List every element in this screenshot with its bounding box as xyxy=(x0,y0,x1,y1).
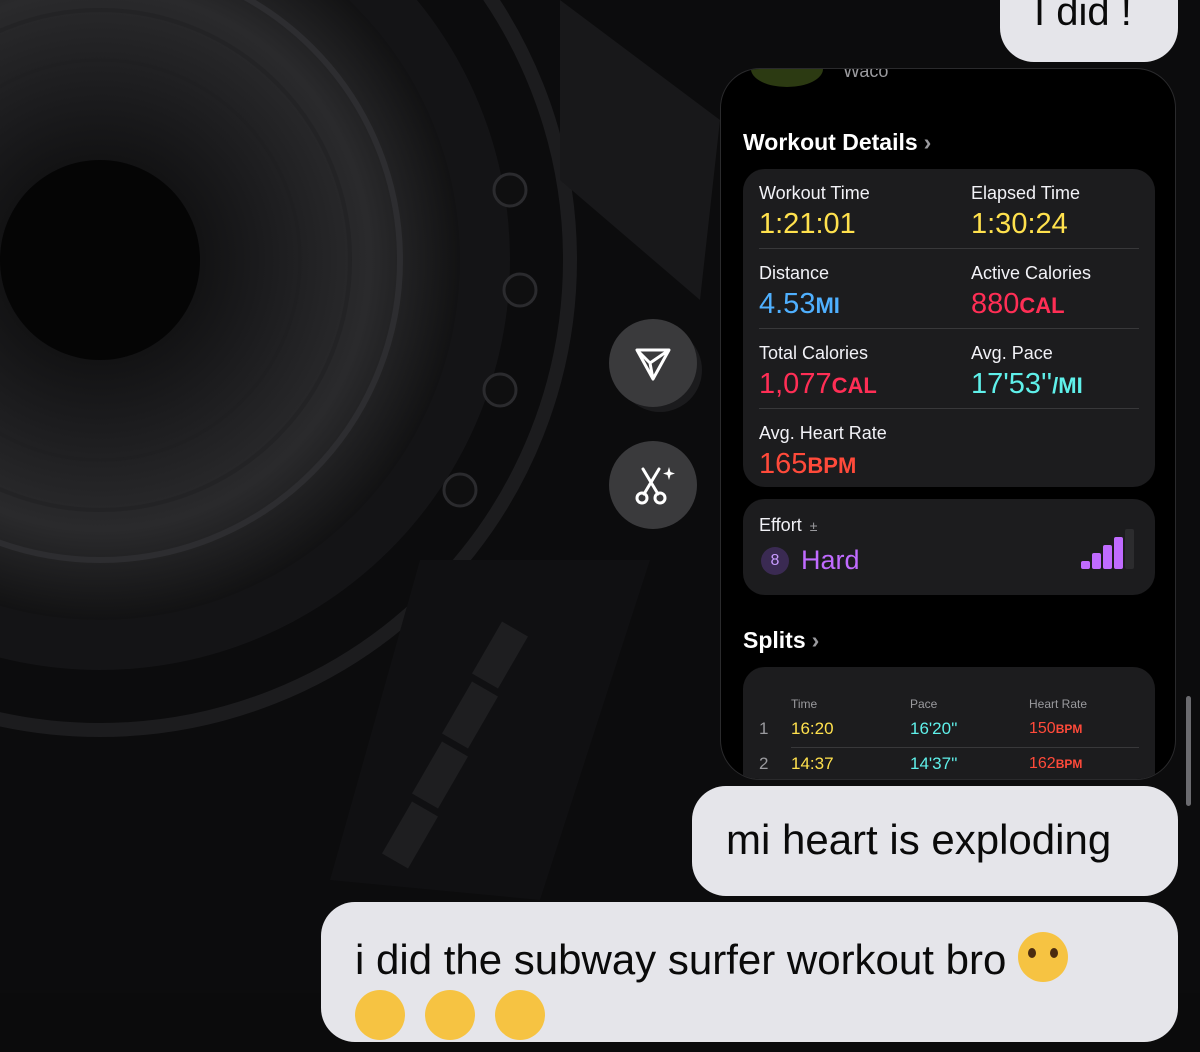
chevron-right-icon: › xyxy=(923,129,932,155)
split-time: 14:37 xyxy=(791,754,834,773)
crying-face-emoji-icon xyxy=(1018,932,1069,982)
column-header-time: Time xyxy=(791,697,818,711)
value-unit: BPM xyxy=(1055,757,1083,771)
value-unit: CAL xyxy=(1019,293,1065,318)
split-heart-rate: 150BPM xyxy=(1029,720,1082,738)
scissors-sparkle-icon xyxy=(635,467,675,505)
share-button[interactable] xyxy=(609,319,697,407)
value-number: 1,077 xyxy=(759,368,832,400)
value-number: 880 xyxy=(971,288,1020,320)
stat-value: 1,077CAL xyxy=(759,368,877,401)
value-number: 165 xyxy=(759,448,808,480)
share-arrow-icon xyxy=(635,348,671,381)
split-index: 2 xyxy=(759,754,769,773)
stat-value: 880CAL xyxy=(971,288,1091,321)
message-text: I did ! xyxy=(1034,0,1132,34)
effort-bar xyxy=(1081,561,1090,569)
stat-value: 17'53''/MI xyxy=(971,368,1083,401)
scrollbar[interactable] xyxy=(1186,696,1191,806)
effort-bar xyxy=(1114,537,1123,569)
stat-elapsed-time: Elapsed Time 1:30:24 xyxy=(971,183,1080,241)
crying-face-emoji-icon xyxy=(495,990,545,1040)
effort-label: Effort ± xyxy=(759,515,817,536)
value-unit: BPM xyxy=(807,453,857,478)
split-index: 1 xyxy=(759,719,769,738)
column-header-heart-rate: Heart Rate xyxy=(1029,697,1088,711)
message-text: i did the subway surfer workout bro xyxy=(355,936,1007,983)
stat-label: Workout Time xyxy=(759,183,870,203)
splits-table: Time Pace Heart Rate 1 16:20 16'20'' 150… xyxy=(743,667,1155,779)
value-number: 4.53 xyxy=(759,288,816,320)
value-unit: /MI xyxy=(1052,373,1083,398)
split-pace: 16'20'' xyxy=(910,719,958,738)
divider xyxy=(759,328,1139,329)
stat-value: 1:30:24 xyxy=(971,208,1068,240)
effort-value: Hard xyxy=(801,545,860,575)
location-label: Waco xyxy=(843,68,889,81)
crying-face-emoji-icon xyxy=(425,990,475,1040)
stat-value: 165BPM xyxy=(759,448,887,481)
splits-header[interactable]: Splits › xyxy=(743,627,819,654)
emoji-row xyxy=(355,990,1178,1052)
value-number: 150 xyxy=(1029,720,1056,737)
message-bubble-sent[interactable]: mi heart is exploding xyxy=(692,786,1178,896)
stat-total-calories: Total Calories 1,077CAL xyxy=(759,343,877,401)
value-number: 17'53'' xyxy=(971,368,1053,400)
stat-distance: Distance 4.53MI xyxy=(759,263,840,321)
route-map-thumbnail xyxy=(751,69,823,87)
stat-label: Total Calories xyxy=(759,343,869,363)
value-unit: MI xyxy=(815,293,840,318)
plus-minus-icon: ± xyxy=(809,518,818,534)
workout-summary-card[interactable]: Waco Workout Details › Workout Time 1:21:… xyxy=(720,68,1176,780)
workout-details-header[interactable]: Workout Details › xyxy=(743,129,931,156)
section-title: Splits xyxy=(743,627,806,653)
stat-label: Avg. Heart Rate xyxy=(759,423,887,443)
effort-bar xyxy=(1103,545,1112,569)
effort-bar xyxy=(1125,529,1134,569)
message-bubble-sent[interactable]: I did ! xyxy=(1000,0,1178,62)
section-title: Workout Details xyxy=(743,129,918,155)
stat-avg-pace: Avg. Pace 17'53''/MI xyxy=(971,343,1083,401)
split-time: 16:20 xyxy=(791,719,834,738)
split-heart-rate: 162BPM xyxy=(1029,755,1082,773)
message-bubble-sent[interactable]: i did the subway surfer workout bro xyxy=(321,902,1178,1042)
value-unit: BPM xyxy=(1055,722,1083,736)
chevron-right-icon: › xyxy=(811,627,820,653)
stat-value: 1:21:01 xyxy=(759,208,856,240)
split-pace: 14'37'' xyxy=(910,754,958,773)
divider xyxy=(759,248,1139,249)
value-number: 162 xyxy=(1029,755,1056,772)
workout-stats-panel: Workout Time 1:21:01 Elapsed Time 1:30:2… xyxy=(743,169,1155,487)
crying-face-emoji-icon xyxy=(355,990,405,1040)
stat-active-calories: Active Calories 880CAL xyxy=(971,263,1091,321)
stat-label: Distance xyxy=(759,263,830,283)
stat-label: Active Calories xyxy=(971,263,1092,283)
effort-panel[interactable]: Effort ± 8 Hard xyxy=(743,499,1155,595)
effort-score-badge: 8 xyxy=(761,547,789,575)
stat-label: Avg. Pace xyxy=(971,343,1053,363)
stat-label: Elapsed Time xyxy=(971,183,1081,203)
divider xyxy=(791,747,1139,748)
tapback-button[interactable] xyxy=(609,441,697,529)
effort-bar xyxy=(1092,553,1101,569)
effort-label-text: Effort xyxy=(759,515,802,535)
value-unit: CAL xyxy=(831,373,877,398)
column-header-pace: Pace xyxy=(910,697,938,711)
message-text: mi heart is exploding xyxy=(726,816,1112,863)
effort-level-bars-icon xyxy=(1081,529,1134,569)
stat-workout-time: Workout Time 1:21:01 xyxy=(759,183,870,241)
stat-avg-heart-rate: Avg. Heart Rate 165BPM xyxy=(759,423,887,481)
stat-value: 4.53MI xyxy=(759,288,840,321)
divider xyxy=(759,408,1139,409)
